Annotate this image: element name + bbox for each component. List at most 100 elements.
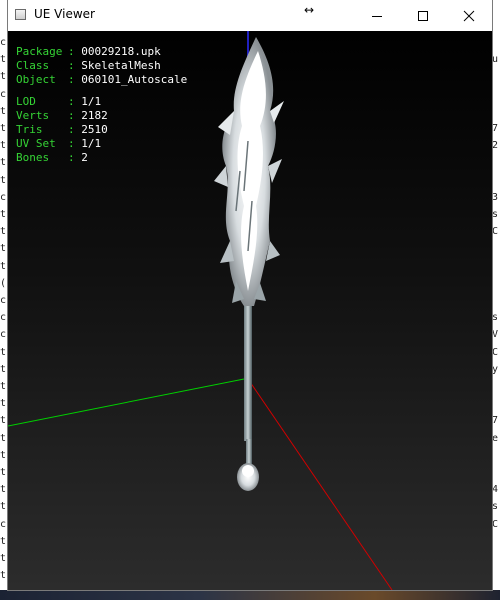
background-glyph: ( xyxy=(0,277,7,289)
info-row-tris: Tris: 2510 xyxy=(16,123,187,137)
background-glyph: c xyxy=(0,191,7,203)
info-value: 060101_Autoscale xyxy=(74,73,188,86)
background-glyph: 7 xyxy=(492,123,499,135)
background-glyph: t xyxy=(0,243,7,255)
background-glyph xyxy=(492,275,500,292)
background-glyph xyxy=(492,68,500,85)
background-glyph: t xyxy=(0,209,7,221)
background-glyph xyxy=(492,292,500,309)
info-separator: : xyxy=(68,95,75,108)
info-value: 2 xyxy=(74,151,88,164)
info-label: Class xyxy=(16,59,50,72)
weapon-mesh xyxy=(214,37,284,491)
background-glyph: c xyxy=(0,88,7,100)
desktop-background xyxy=(0,590,500,600)
info-value: 1/1 xyxy=(74,137,102,150)
info-row-package: Package: 00029218.upk xyxy=(16,45,187,59)
minimize-button[interactable] xyxy=(354,0,400,31)
background-glyph: s xyxy=(492,209,499,221)
background-glyph: t xyxy=(0,415,7,427)
background-glyph: c xyxy=(0,37,7,48)
background-glyph: t xyxy=(0,123,7,135)
3d-viewport[interactable]: Package: 00029218.upk Class: SkeletalMesh… xyxy=(8,31,492,590)
background-text-right: u 72 3sC sVCy 7e 4sC xyxy=(492,34,500,590)
background-glyph: t xyxy=(0,346,7,358)
background-glyph: t xyxy=(0,553,7,565)
background-glyph: t xyxy=(0,226,7,238)
background-glyph: t xyxy=(0,157,7,169)
info-row-object: Object: 060101_Autoscale xyxy=(16,73,187,87)
background-glyph xyxy=(492,154,500,171)
background-glyph: t xyxy=(0,363,7,375)
background-text-left: c t t c t t t t t c t t t t(c c c t t t t t t t t t t c t t t xyxy=(0,34,8,590)
title-bar[interactable]: UE Viewer ↔ xyxy=(8,0,492,31)
background-glyph: t xyxy=(0,484,7,496)
info-row-bones: Bones: 2 xyxy=(16,151,187,165)
background-glyph: t xyxy=(0,432,7,444)
background-glyph: 4 xyxy=(492,484,499,496)
background-glyph: C xyxy=(492,518,499,530)
background-glyph: 3 xyxy=(492,191,499,203)
close-button[interactable] xyxy=(446,0,492,31)
background-glyph xyxy=(492,447,500,464)
background-glyph: t xyxy=(0,260,7,272)
info-separator: : xyxy=(68,137,75,150)
background-glyph xyxy=(492,240,500,257)
window-title: UE Viewer xyxy=(34,7,95,21)
info-row-uv-set: UV Set: 1/1 xyxy=(16,137,187,151)
background-glyph: 7 xyxy=(492,415,499,427)
close-icon xyxy=(463,10,475,21)
x-axis-line xyxy=(8,378,245,427)
background-glyph xyxy=(492,550,500,567)
background-glyph xyxy=(492,395,500,412)
info-value: SkeletalMesh xyxy=(74,59,161,72)
background-glyph: t xyxy=(0,570,7,582)
maximize-button[interactable] xyxy=(400,0,446,31)
background-glyph: 2 xyxy=(492,140,499,152)
info-separator: : xyxy=(68,59,75,72)
ue-viewer-window: UE Viewer ↔ Package: 00029218.upk Class… xyxy=(8,0,492,590)
info-label: Package xyxy=(16,45,63,58)
info-label: LOD xyxy=(16,95,36,108)
background-glyph: t xyxy=(0,449,7,461)
background-glyph xyxy=(492,533,500,550)
resize-cursor-icon: ↔ xyxy=(304,3,315,17)
info-value: 1/1 xyxy=(74,95,102,108)
background-glyph: c xyxy=(0,518,7,530)
background-glyph: t xyxy=(0,174,7,186)
background-glyph: t xyxy=(0,467,7,479)
info-separator: : xyxy=(68,123,75,136)
info-label: Verts xyxy=(16,109,50,122)
background-glyph: s xyxy=(492,501,499,513)
background-glyph: t xyxy=(0,54,7,66)
info-separator: : xyxy=(68,73,75,86)
background-glyph: e xyxy=(492,432,499,444)
info-label: Tris xyxy=(16,123,43,136)
background-glyph xyxy=(492,464,500,481)
background-glyph: y xyxy=(492,363,499,375)
background-glyph: t xyxy=(0,140,7,152)
background-glyph: c xyxy=(0,312,7,324)
y-axis-line xyxy=(247,378,393,590)
maximize-icon xyxy=(418,10,428,21)
background-glyph xyxy=(492,103,500,120)
info-row-lod: LOD: 1/1 xyxy=(16,95,187,109)
background-glyph xyxy=(492,172,500,189)
background-glyph: V xyxy=(492,329,499,341)
info-row-class: Class: SkeletalMesh xyxy=(16,59,187,73)
background-glyph: t xyxy=(0,71,7,83)
background-glyph: t xyxy=(0,398,7,410)
background-glyph: C xyxy=(492,226,499,238)
info-value: 2182 xyxy=(74,109,108,122)
minimize-icon xyxy=(372,15,382,17)
info-row-verts: Verts: 2182 xyxy=(16,109,187,123)
background-glyph: t xyxy=(0,501,7,513)
info-separator: : xyxy=(68,109,75,122)
background-glyph: s xyxy=(492,312,499,324)
background-glyph: c xyxy=(0,295,7,307)
background-glyph xyxy=(492,34,500,51)
background-glyph xyxy=(492,378,500,395)
mesh-info-overlay: Package: 00029218.upk Class: SkeletalMesh… xyxy=(16,45,187,165)
background-glyph: c xyxy=(0,329,7,341)
